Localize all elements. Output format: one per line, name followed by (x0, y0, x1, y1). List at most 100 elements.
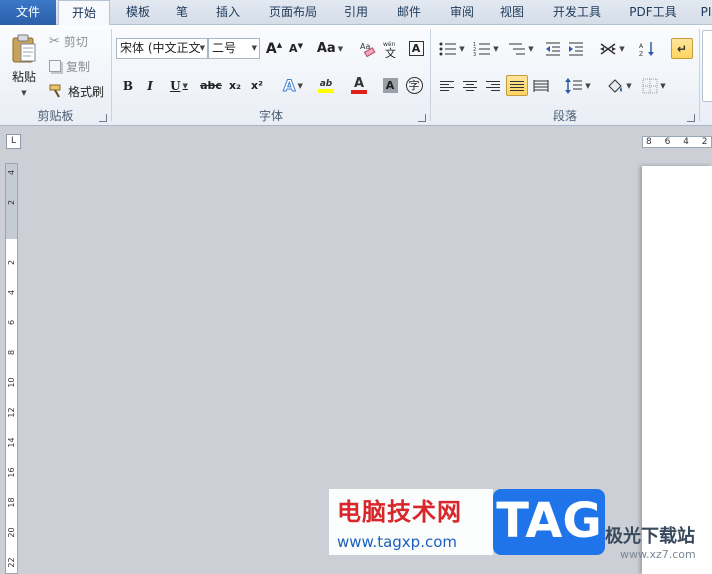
horizontal-ruler[interactable]: 8 6 4 2 (642, 136, 712, 148)
format-painter-icon (49, 84, 61, 98)
increase-indent-icon (569, 42, 583, 55)
bold-button[interactable]: B (119, 75, 137, 96)
multilevel-list-icon (509, 43, 526, 54)
paragraph-shading-button[interactable]: ▼ (604, 75, 634, 96)
numbering-button[interactable]: 1 2 3 ▼ (471, 38, 501, 59)
grow-font-button[interactable]: A ▲ (264, 38, 284, 59)
align-center-icon (463, 79, 477, 93)
show-hide-marks-button[interactable]: ↵ (671, 38, 693, 59)
text-effects-icon: A (283, 76, 296, 96)
paste-dropdown-icon[interactable]: ▼ (21, 89, 26, 97)
tab-pen[interactable]: 笔 (166, 0, 198, 25)
tab-file[interactable]: 文件 (0, 0, 56, 25)
distributed-button[interactable] (531, 75, 551, 96)
sort-icon: A Z (639, 41, 654, 57)
tab-pdf-tools[interactable]: PDF工具 (620, 0, 686, 25)
chinese-layout-button[interactable]: ▼ (597, 38, 627, 59)
svg-text:文: 文 (385, 46, 396, 58)
font-group-label: 字体 (258, 109, 283, 123)
styles-gallery-edge[interactable] (702, 30, 712, 102)
tab-selector-button[interactable]: L (6, 134, 21, 149)
paste-icon (12, 34, 36, 62)
phonetic-guide-button[interactable]: wén 文 (381, 38, 403, 59)
svg-text:A: A (639, 43, 644, 50)
justify-button[interactable] (506, 75, 528, 96)
tab-overflow[interactable]: PI (694, 0, 712, 25)
font-size-select[interactable]: 二号 ▼ (208, 38, 260, 59)
vertical-ruler-number: 20 (7, 527, 16, 538)
chinese-layout-icon (600, 42, 617, 55)
chevron-down-icon: ▼ (493, 44, 499, 53)
chevron-down-icon: ▼ (199, 44, 205, 52)
vertical-ruler-number: 22 (7, 557, 16, 568)
caret-up-icon: ▲ (276, 41, 283, 49)
watermark-panel: 电脑技术网 www.tagxp.com (329, 489, 493, 555)
align-right-button[interactable] (483, 75, 503, 96)
superscript-button[interactable]: x² (248, 75, 266, 96)
subscript-icon: x₂ (229, 79, 241, 92)
vertical-ruler-number: 2 (7, 199, 16, 206)
clipboard-dialog-launcher-icon[interactable] (99, 114, 107, 122)
document-page[interactable] (642, 166, 712, 574)
clear-formatting-button[interactable]: Aa (358, 38, 378, 59)
vertical-ruler[interactable]: 4 2 2 4 6 8 10 12 14 16 18 20 22 (5, 163, 18, 574)
font-family-select[interactable]: 宋体 (中文正文 ▼ (116, 38, 208, 59)
watermark-site-url: www.xz7.com (620, 548, 696, 561)
text-effects-button[interactable]: A ▼ (279, 75, 307, 96)
vertical-ruler-number: 16 (7, 467, 16, 478)
tab-insert[interactable]: 插入 (206, 0, 250, 25)
format-painter-label: 格式刷 (68, 84, 105, 99)
align-left-button[interactable] (437, 75, 457, 96)
align-center-button[interactable] (460, 75, 480, 96)
highlight-button[interactable]: ab (310, 75, 342, 96)
bullets-button[interactable]: ▼ (437, 38, 467, 59)
ribbon-tab-bar: 文件 开始 模板 笔 插入 页面布局 引用 邮件 审阅 视图 开发工具 PDF工… (0, 0, 712, 26)
enclose-characters-button[interactable]: 字 (403, 75, 425, 96)
character-shading-button[interactable]: A (381, 75, 399, 96)
tab-developer[interactable]: 开发工具 (544, 0, 610, 25)
subscript-button[interactable]: x₂ (226, 75, 244, 96)
change-case-button[interactable]: Aa ▼ (315, 38, 345, 59)
tab-template[interactable]: 模板 (116, 0, 160, 25)
font-color-button[interactable]: A (344, 75, 374, 96)
tab-review[interactable]: 审阅 (440, 0, 484, 25)
paragraph-dialog-launcher-icon[interactable] (687, 114, 695, 122)
tab-page-layout[interactable]: 页面布局 (260, 0, 326, 25)
enclose-characters-icon: 字 (405, 77, 423, 94)
sort-button[interactable]: A Z (637, 38, 659, 59)
line-spacing-button[interactable]: ▼ (563, 75, 593, 96)
underline-button[interactable]: U ▼ (164, 75, 194, 96)
numbered-list-icon: 1 2 3 (473, 42, 491, 56)
cut-button[interactable]: ✂ 剪切 (48, 31, 108, 51)
line-spacing-icon (565, 77, 583, 94)
tab-mailings[interactable]: 邮件 (387, 0, 431, 25)
copy-button[interactable]: 复制 (48, 56, 108, 76)
borders-button[interactable]: ▼ (639, 75, 669, 96)
tab-references[interactable]: 引用 (334, 0, 378, 25)
vertical-ruler-number: 8 (7, 349, 16, 356)
tab-view[interactable]: 视图 (490, 0, 534, 25)
multilevel-list-button[interactable]: ▼ (505, 38, 537, 59)
align-right-icon (486, 79, 500, 93)
group-separator (699, 29, 700, 121)
format-painter-button[interactable]: 格式刷 (48, 81, 108, 101)
paste-button[interactable]: 粘贴 ▼ (3, 29, 45, 101)
watermark-logo: TAG (493, 489, 605, 555)
clipboard-group: 粘贴 ▼ ✂ 剪切 复制 格式刷 剪贴板 (0, 25, 111, 126)
copy-icon (49, 60, 61, 72)
font-dialog-launcher-icon[interactable] (418, 114, 426, 122)
increase-indent-button[interactable] (566, 38, 586, 59)
italic-button[interactable]: I (141, 75, 159, 96)
decrease-indent-button[interactable] (543, 38, 563, 59)
grow-font-icon: A (265, 40, 277, 57)
watermark-site-name: 极光下载站 (605, 526, 695, 547)
character-border-icon: A (408, 41, 424, 56)
chevron-down-icon: ▼ (251, 44, 257, 52)
tab-home[interactable]: 开始 (58, 0, 110, 26)
highlighter-icon: ab (319, 78, 333, 89)
strikethrough-button[interactable]: abc (200, 75, 222, 96)
shrink-font-button[interactable]: A ▼ (286, 38, 306, 59)
character-border-button[interactable]: A (406, 38, 426, 59)
clear-formatting-icon: Aa (360, 42, 376, 57)
vertical-ruler-number: 2 (7, 259, 16, 266)
